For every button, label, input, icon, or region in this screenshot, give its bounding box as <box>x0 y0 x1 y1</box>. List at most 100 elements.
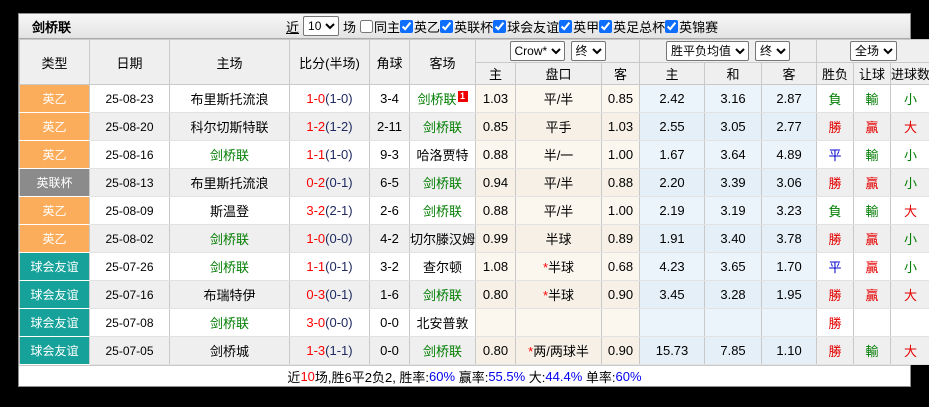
avg-draw-cell <box>704 308 763 337</box>
avg-away-cell: 4.89 <box>761 140 818 169</box>
match-table-body: 英乙 25-08-23 布里斯托流浪 1-0(1-0) 3-4 剑桥联 1 1.03 平/半 0.… <box>19 84 929 365</box>
col-header-avg-away: 客 <box>761 62 818 85</box>
summary-segment: 60% <box>429 368 456 384</box>
league-type-cell: 英联杯 <box>19 168 90 197</box>
odds-home-cell: 0.88 <box>475 140 516 169</box>
date-cell: 25-08-23 <box>89 84 170 113</box>
league-type-cell: 英乙 <box>19 112 90 141</box>
home-team-cell: 剑桥联 <box>169 224 290 253</box>
league-filter-同主[interactable]: 同主 <box>360 17 400 36</box>
league-type-cell: 英乙 <box>19 224 90 253</box>
match-row: 球会友谊 25-07-08 剑桥联 3-0(0-0) 0-0 北安普敦 勝 <box>19 308 929 337</box>
league-filter-英锦赛[interactable]: 英锦赛 <box>665 17 718 36</box>
home-team-cell: 剑桥联 <box>169 252 290 281</box>
home-team-cell: 布瑞特伊 <box>169 280 290 309</box>
league-filter-checkbox[interactable] <box>559 19 573 33</box>
avg-away-cell: 1.95 <box>761 280 818 309</box>
league-type-cell: 球会友谊 <box>19 252 90 281</box>
away-team-cell: 哈洛贾特 <box>409 140 476 169</box>
home-team-cell: 剑桥联 <box>169 140 290 169</box>
league-filter-checkbox[interactable] <box>493 19 507 33</box>
league-filter-英甲[interactable]: 英甲 <box>559 17 599 36</box>
corner-cell: 2-11 <box>369 112 410 141</box>
handicap-cell: 半球 <box>515 224 602 253</box>
league-type-cell: 英乙 <box>19 140 90 169</box>
result-goals-cell: 大 <box>890 336 929 365</box>
corner-cell: 1-6 <box>369 280 410 309</box>
date-cell: 25-08-09 <box>89 196 170 225</box>
handicap-cell: 平/半 <box>515 196 602 225</box>
result-goals-cell: 小 <box>890 168 929 197</box>
home-team-cell: 布里斯托流浪 <box>169 168 290 197</box>
result-goals-cell: 大 <box>890 280 929 309</box>
away-team-cell: 剑桥联 <box>409 336 476 365</box>
col-header-handicap: 盘口 <box>515 62 602 85</box>
league-filter-checkbox[interactable] <box>400 19 414 33</box>
odds-company-select[interactable]: Crow* <box>509 41 565 61</box>
handicap-cell: *半球 <box>515 252 602 281</box>
matches-label: 场 <box>343 19 357 35</box>
summary-segment: 55.5% <box>488 368 526 384</box>
league-filter-英乙[interactable]: 英乙 <box>400 17 440 36</box>
odds-home-cell: 1.08 <box>475 252 516 281</box>
col-header-corner: 角球 <box>369 39 410 85</box>
avg-type-select[interactable]: 胜平负均值 <box>666 41 750 61</box>
result-wdl-cell: 平 <box>816 140 855 169</box>
league-type-cell: 英乙 <box>19 196 90 225</box>
col-header-score: 比分(半场) <box>289 39 370 85</box>
league-filter-英联杯[interactable]: 英联杯 <box>440 17 493 36</box>
odds-group-header: Crow* 终 <box>474 39 641 63</box>
league-filter-球会友谊[interactable]: 球会友谊 <box>493 17 559 36</box>
score-cell: 1-0(0-0) <box>289 224 370 253</box>
corner-cell: 3-2 <box>369 252 410 281</box>
away-team-cell: 切尔滕汉姆 <box>409 224 476 253</box>
date-cell: 25-08-02 <box>89 224 170 253</box>
league-filter-英足总杯[interactable]: 英足总杯 <box>599 17 665 36</box>
away-team-cell: 剑桥联 <box>409 168 476 197</box>
scope-select[interactable]: 全场 <box>850 41 898 61</box>
score-cell: 0-2(0-1) <box>289 168 370 197</box>
odds-home-cell: 0.88 <box>475 196 516 225</box>
score-cell: 1-1(1-0) <box>289 140 370 169</box>
handicap-cell: *两/两球半 <box>515 336 602 365</box>
avg-home-cell: 15.73 <box>639 336 706 365</box>
near-link[interactable]: 近 <box>286 17 299 36</box>
avg-draw-cell: 3.19 <box>704 196 763 225</box>
score-cell: 1-2(1-2) <box>289 112 370 141</box>
date-cell: 25-08-16 <box>89 140 170 169</box>
league-type-cell: 球会友谊 <box>19 336 90 365</box>
league-filter-checkbox[interactable] <box>599 19 613 33</box>
handicap-cell <box>515 308 602 337</box>
result-goals-cell <box>890 308 929 337</box>
result-goals-cell: 小 <box>890 84 929 113</box>
odds-home-cell: 1.03 <box>475 84 516 113</box>
avg-stage-select[interactable]: 终 <box>755 41 791 61</box>
corner-cell: 6-5 <box>369 168 410 197</box>
corner-cell: 9-3 <box>369 140 410 169</box>
avg-home-cell: 4.23 <box>639 252 706 281</box>
away-team-cell: 剑桥联 <box>409 280 476 309</box>
col-header-away: 客场 <box>409 39 476 85</box>
handicap-cell: *半球 <box>515 280 602 309</box>
result-handicap-cell: 輸 <box>853 336 892 365</box>
league-filter-label: 英锦赛 <box>679 19 719 35</box>
league-filter-checkbox[interactable] <box>360 19 374 33</box>
avg-draw-cell: 3.16 <box>704 84 763 113</box>
handicap-cell: 平手 <box>515 112 602 141</box>
odds-stage-select[interactable]: 终 <box>570 41 606 61</box>
summary-segment: 单率: <box>582 369 616 385</box>
summary-segment: 44.4% <box>545 368 583 384</box>
result-wdl-cell: 勝 <box>816 308 855 337</box>
summary-segment: 10 <box>300 368 315 384</box>
odds-home-cell: 0.80 <box>475 336 516 365</box>
col-header-date: 日期 <box>89 39 170 85</box>
avg-home-cell: 3.45 <box>639 280 706 309</box>
score-cell: 1-0(1-0) <box>289 84 370 113</box>
match-row: 英乙 25-08-09 斯温登 3-2(2-1) 2-6 剑桥联 0.88 平/半 1.00 2.… <box>19 196 929 225</box>
avg-away-cell: 2.77 <box>761 112 818 141</box>
match-count-select[interactable]: 10 <box>303 16 340 36</box>
match-row: 英乙 25-08-23 布里斯托流浪 1-0(1-0) 3-4 剑桥联 1 1.03 平/半 0.… <box>19 84 929 113</box>
league-filter-checkbox[interactable] <box>440 19 454 33</box>
odds-away-cell: 1.00 <box>600 140 641 169</box>
league-filter-checkbox[interactable] <box>665 19 679 33</box>
